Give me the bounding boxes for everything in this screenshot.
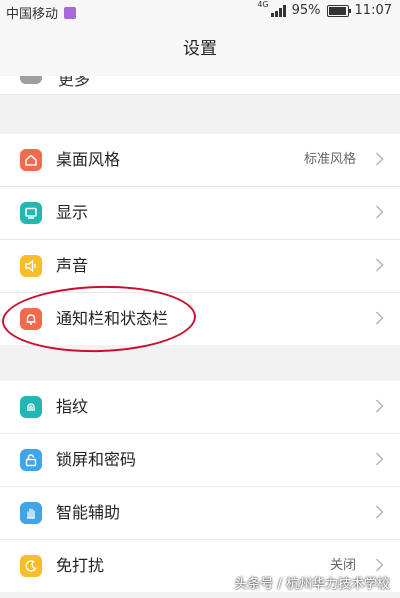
settings-group-2: 指纹 锁屏和密码 智能辅助 免打扰 关闭: [0, 381, 400, 592]
chevron-right-icon: [375, 505, 384, 519]
chevron-right-icon: [375, 399, 384, 413]
more-icon: [20, 76, 42, 84]
lock-icon: [20, 449, 42, 471]
settings-item-label: 智能辅助: [56, 503, 121, 522]
settings-item-label: 指纹: [56, 397, 89, 416]
status-right: 4G 95% 11:07: [257, 0, 392, 18]
settings-item-sound[interactable]: 声音: [0, 240, 400, 293]
network-type: 4G: [257, 0, 269, 9]
chevron-right-icon: [375, 205, 384, 219]
speaker-icon: [20, 255, 42, 277]
moon-icon: [20, 555, 42, 577]
settings-item-desktop-style[interactable]: 桌面风格 标准风格: [0, 134, 400, 187]
settings-item-label: 桌面风格: [56, 150, 121, 169]
settings-item-smart-assist[interactable]: 智能辅助: [0, 487, 400, 540]
settings-item-label: 更多: [58, 76, 91, 89]
display-icon: [20, 202, 42, 224]
settings-item-display[interactable]: 显示: [0, 187, 400, 240]
chevron-right-icon: [375, 152, 384, 166]
settings-item-value: 标准风格: [303, 152, 356, 167]
settings-item-more[interactable]: 更多: [0, 76, 400, 95]
chevron-right-icon: [375, 558, 384, 572]
clock: 11:07: [354, 3, 392, 18]
settings-item-fingerprint[interactable]: 指纹: [0, 381, 400, 434]
settings-item-label: 显示: [56, 203, 89, 222]
page-header: 设置: [0, 22, 400, 76]
watermark-text: 头条号 / 杭州华力技术学校: [234, 577, 390, 592]
signal-icon: [270, 4, 286, 17]
settings-item-label: 声音: [56, 256, 89, 275]
chevron-right-icon: [375, 258, 384, 272]
hand-icon: [20, 502, 42, 524]
page-title: 设置: [183, 39, 217, 59]
status-bar: 中国移动 4G 95% 11:07: [0, 0, 400, 22]
status-left: 中国移动: [6, 3, 77, 22]
chevron-right-icon: [375, 311, 384, 325]
chevron-right-icon: [375, 452, 384, 466]
fingerprint-icon: [20, 396, 42, 418]
carrier-name: 中国移动: [6, 7, 59, 22]
settings-item-label: 锁屏和密码: [56, 450, 137, 469]
battery-percent: 95%: [291, 3, 321, 18]
home-icon: [20, 149, 42, 171]
sim-icon: [64, 6, 77, 19]
settings-item-lock-password[interactable]: 锁屏和密码: [0, 434, 400, 487]
battery-icon: [326, 4, 351, 17]
settings-item-label: 免打扰: [56, 556, 105, 575]
